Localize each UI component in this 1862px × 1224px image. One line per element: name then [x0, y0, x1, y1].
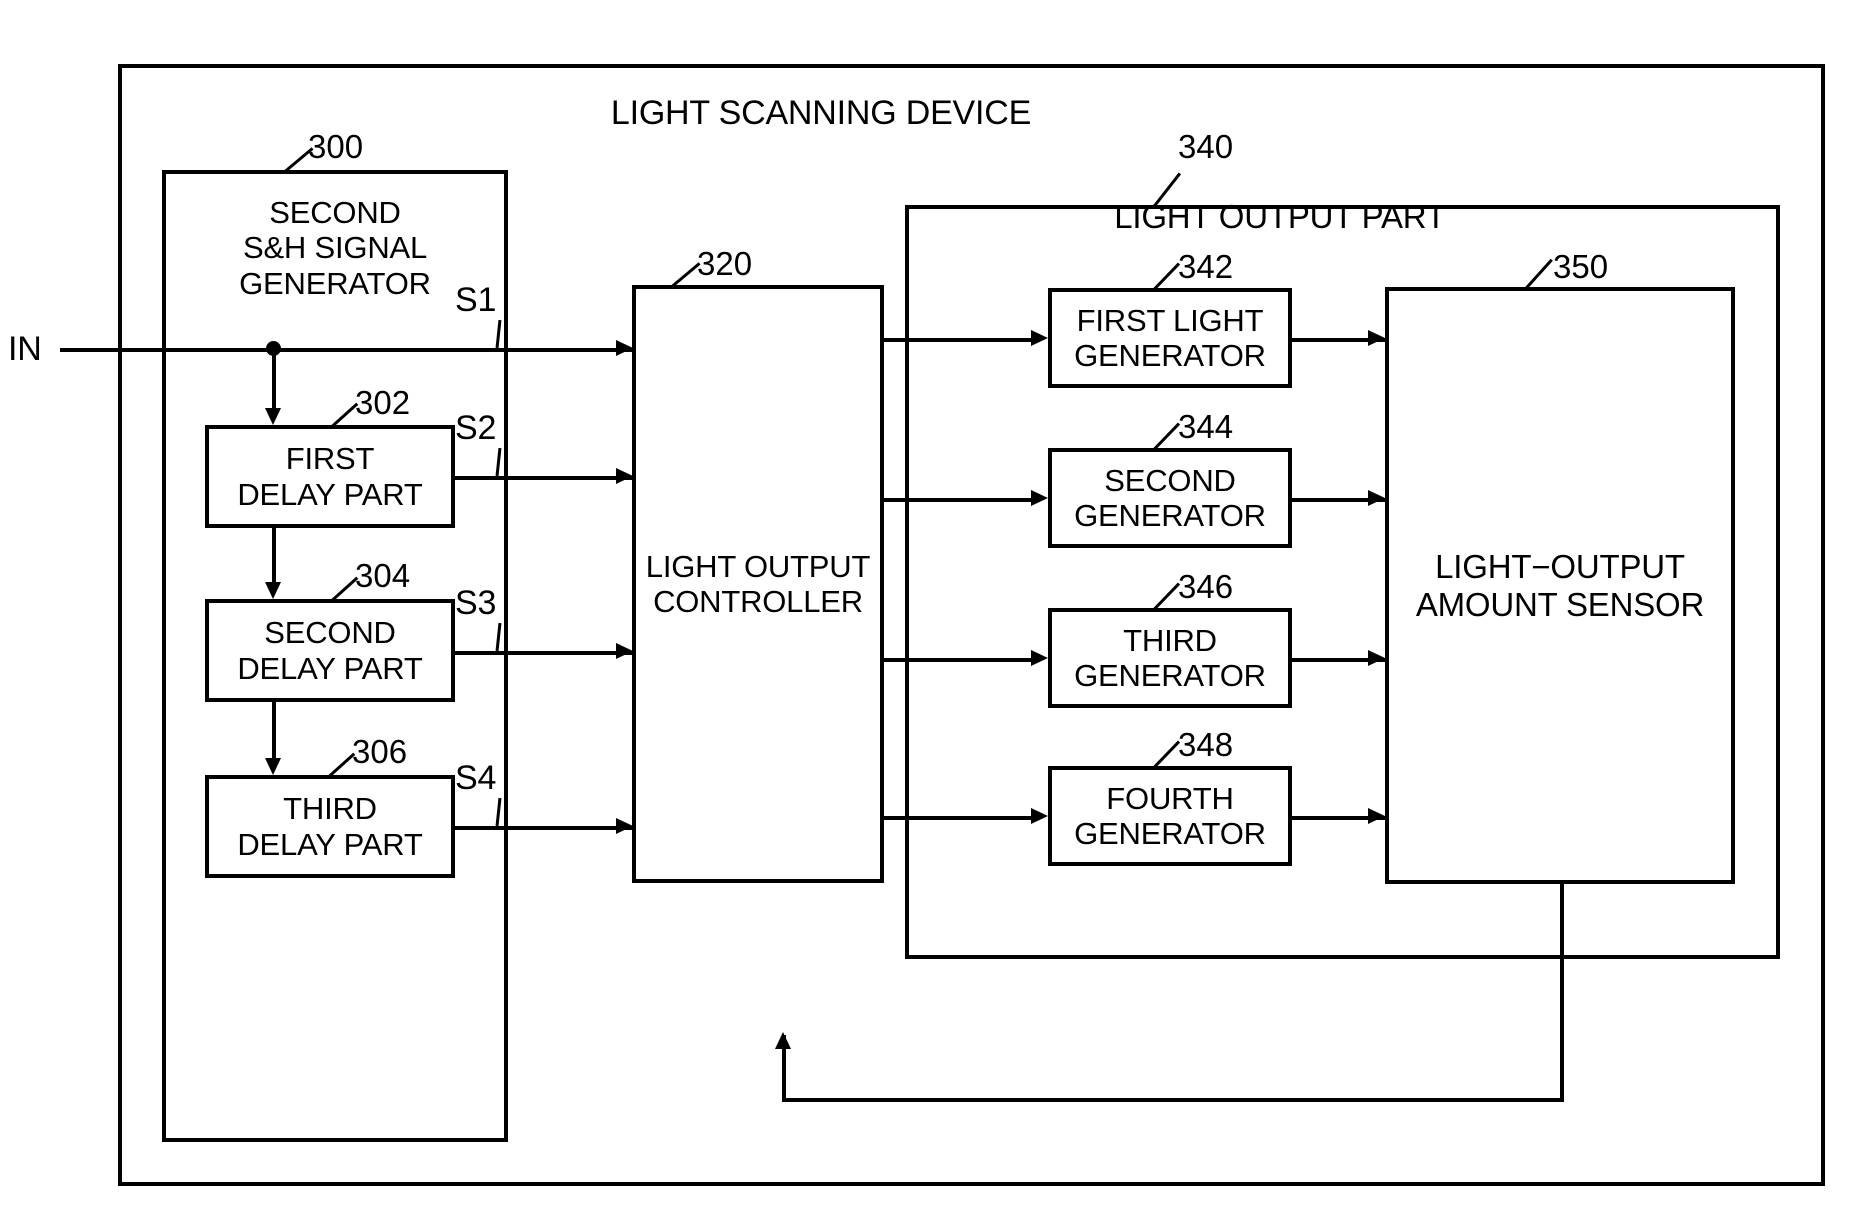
ref-320: 320	[697, 245, 753, 282]
arrowhead-into-fourth-generator	[1031, 808, 1048, 824]
wire-second-delay-to-third-delay	[272, 702, 276, 760]
arrowhead-into-first-delay	[265, 408, 281, 425]
arrowhead-s4-into-controller	[616, 818, 633, 834]
ref-340: 340	[1178, 128, 1234, 165]
signal-label-s1: S1	[455, 281, 497, 319]
block-346-third-generator: THIRD GENERATOR	[1048, 608, 1292, 708]
patent-figure: LIGHT SCANNING DEVICE 300 SECOND S&H SIG…	[0, 0, 1862, 1224]
block-306-third-delay-part: THIRD DELAY PART	[205, 775, 455, 878]
arrowhead-into-second-generator	[1031, 490, 1048, 506]
arrowhead-feedback-into-controller	[775, 1032, 791, 1049]
arrowhead-into-third-delay	[265, 758, 281, 775]
block-306-label: THIRD DELAY PART	[237, 791, 423, 862]
wire-controller-to-second-generator	[884, 498, 1032, 502]
ref-300: 300	[308, 128, 364, 165]
block-304-label: SECOND DELAY PART	[237, 615, 423, 686]
wire-in-to-first-delay	[272, 348, 276, 410]
arrowhead-first-into-sensor	[1368, 330, 1385, 346]
wire-s4-to-controller	[455, 826, 633, 830]
block-342-first-light-generator: FIRST LIGHT GENERATOR	[1048, 288, 1292, 388]
block-346-label: THIRD GENERATOR	[1074, 622, 1266, 693]
wire-controller-to-fourth-generator	[884, 816, 1032, 820]
block-350-light-output-amount-sensor: LIGHT−OUTPUT AMOUNT SENSOR	[1385, 287, 1735, 884]
ref-306: 306	[352, 733, 408, 770]
block-304-second-delay-part: SECOND DELAY PART	[205, 599, 455, 702]
arrowhead-s2-into-controller	[616, 468, 633, 484]
arrowhead-third-into-sensor	[1368, 650, 1385, 666]
page-title: LIGHT SCANNING DEVICE	[610, 94, 1032, 132]
block-300-label: SECOND S&H SIGNAL GENERATOR	[239, 195, 431, 301]
ref-346: 346	[1178, 568, 1234, 605]
block-320-label: LIGHT OUTPUT CONTROLLER	[645, 548, 871, 619]
block-302-first-delay-part: FIRST DELAY PART	[205, 425, 455, 528]
signal-label-s3: S3	[455, 584, 497, 622]
wire-in-to-controller	[60, 348, 633, 352]
arrowhead-s3-into-controller	[616, 643, 633, 659]
block-344-label: SECOND GENERATOR	[1074, 462, 1266, 533]
signal-label-s2: S2	[455, 409, 497, 447]
wire-s3-to-controller	[455, 651, 633, 655]
ref-304: 304	[355, 557, 411, 594]
wire-feedback-sensor-down	[1560, 884, 1564, 1100]
arrowhead-s1-into-controller	[616, 340, 633, 356]
arrowhead-into-first-generator	[1031, 330, 1048, 346]
ref-344: 344	[1178, 408, 1234, 445]
ref-302: 302	[355, 384, 411, 421]
block-340-label: LIGHT OUTPUT PART	[1114, 198, 1446, 235]
wire-controller-to-first-generator	[884, 338, 1032, 342]
wire-first-delay-to-second-delay	[272, 528, 276, 584]
ref-342: 342	[1178, 248, 1234, 285]
block-302-label: FIRST DELAY PART	[237, 441, 423, 512]
block-348-label: FOURTH GENERATOR	[1074, 780, 1266, 851]
block-342-label: FIRST LIGHT GENERATOR	[1074, 302, 1266, 373]
arrowhead-into-second-delay	[265, 582, 281, 599]
arrowhead-fourth-into-sensor	[1368, 808, 1385, 824]
block-348-fourth-generator: FOURTH GENERATOR	[1048, 766, 1292, 866]
arrowhead-into-third-generator	[1031, 650, 1048, 666]
arrowhead-second-into-sensor	[1368, 490, 1385, 506]
ref-348: 348	[1178, 726, 1234, 763]
wire-controller-to-third-generator	[884, 658, 1032, 662]
wire-s2-to-controller	[455, 476, 633, 480]
block-320-light-output-controller: LIGHT OUTPUT CONTROLLER	[632, 285, 884, 883]
signal-label-s4: S4	[455, 759, 497, 797]
block-344-second-generator: SECOND GENERATOR	[1048, 448, 1292, 548]
wire-feedback-horizontal	[782, 1098, 1564, 1102]
ref-350: 350	[1553, 248, 1609, 285]
block-350-label: LIGHT−OUTPUT AMOUNT SENSOR	[1415, 547, 1705, 623]
